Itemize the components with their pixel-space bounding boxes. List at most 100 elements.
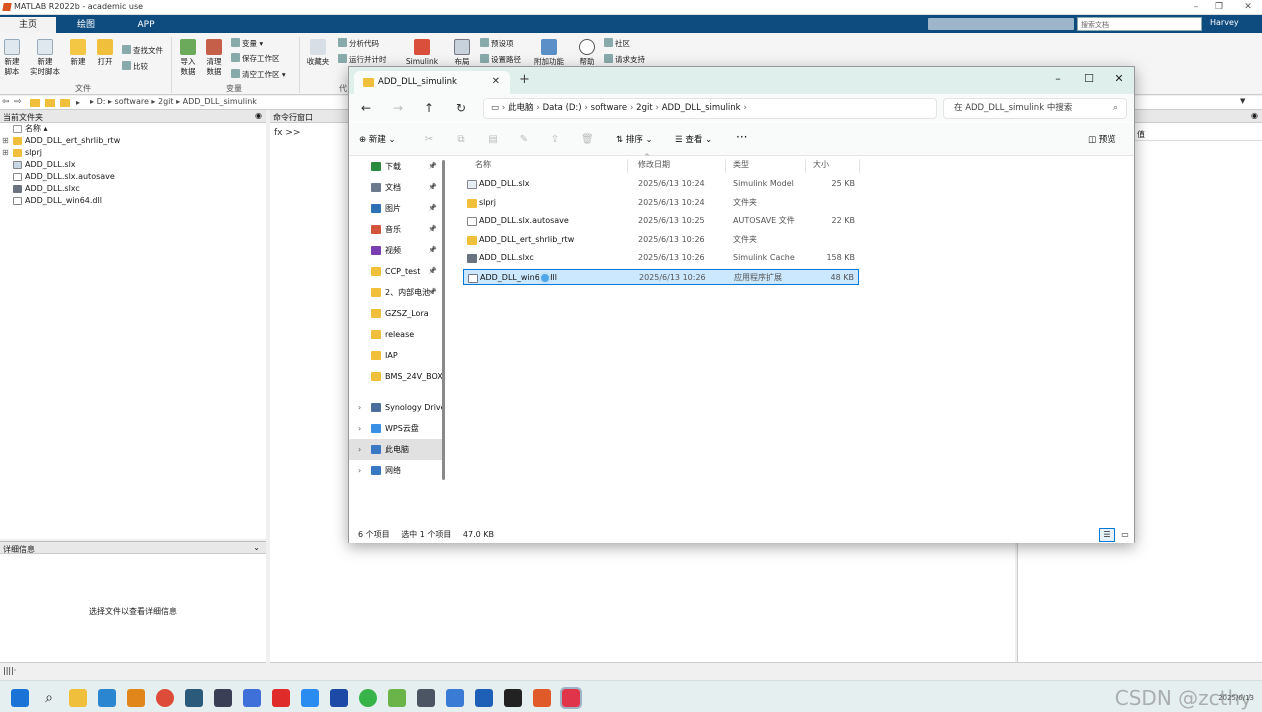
favorites-button[interactable]: 收藏夹 [305,39,331,67]
column-date[interactable]: 修改日期 [633,159,726,173]
crumb-current[interactable]: ADD_DLL_simulink [662,103,741,113]
nav-item[interactable]: IAP [349,345,443,366]
chevron-right-icon[interactable]: › [358,439,361,460]
help-button[interactable]: 帮助 [575,39,599,67]
search-icon[interactable]: ⌕ [1192,18,1197,28]
app-icon[interactable] [214,689,232,707]
chevron-right-icon[interactable]: › [358,397,361,418]
rename-icon[interactable]: ✎ [518,134,530,146]
app-icon[interactable] [127,689,145,707]
open-button[interactable]: 打开 [93,39,117,67]
file-row[interactable]: ⊞ ADD_DLL_ert_shrlib_rtw [0,135,266,147]
up-arrow-icon[interactable]: ↑ [420,99,438,117]
app-icon[interactable] [359,689,377,707]
nav-item[interactable]: 视频 📌 [349,240,443,261]
copy-icon[interactable]: ⧉ [455,134,467,146]
forward-arrow-icon[interactable]: ⇨ [14,97,22,107]
file-explorer-icon[interactable] [69,689,87,707]
close-tab-icon[interactable]: ✕ [492,71,500,93]
preferences-button[interactable]: 预设项 [480,38,514,49]
app-icon[interactable] [446,689,464,707]
nav-item[interactable]: release [349,324,443,345]
crumb-2git[interactable]: 2git [636,103,653,113]
file-row[interactable]: ADD_DLL.slxc [0,183,266,195]
variable-button[interactable]: 变量 ▾ [231,38,263,49]
browse-folder-icon[interactable] [45,99,55,107]
search-icon[interactable]: ⌕ [40,689,58,707]
nav-item[interactable]: 文档 📌 [349,177,443,198]
analyze-code-button[interactable]: 分析代码 [338,38,379,49]
up-folder-icon[interactable] [30,99,40,107]
share-icon[interactable]: ⇪ [549,134,561,146]
app-icon[interactable] [560,687,582,709]
file-row[interactable]: ⊞ slprj [0,147,266,159]
expand-icon[interactable]: ⊞ [2,135,9,147]
new-script-button[interactable]: 新建 脚本 [0,39,24,77]
crumb-software[interactable]: software [591,103,628,113]
column-size[interactable]: 大小 [808,159,860,173]
new-tab-button[interactable]: + [519,72,530,87]
preview-button[interactable]: ◫ 预览 [1088,133,1116,145]
sort-button[interactable]: ⇅ 排序 ⌄ [616,133,653,145]
file-row[interactable]: ADD_DLL_ert_shrlib_rtw 2025/6/13 10:26 文件夹 [463,232,859,248]
cut-icon[interactable]: ✂ [423,134,435,146]
file-row[interactable]: ADD_DLL.slx.autosave 2025/6/13 10:25 AUTOS… [463,213,859,229]
chrome-icon[interactable] [156,689,174,707]
app-icon[interactable] [330,689,348,707]
quick-access-toolbar[interactable] [928,18,1074,30]
explorer-search-input[interactable]: 在 ADD_DLL_simulink 中搜索 ⌕ [943,98,1127,119]
column-type[interactable]: 类型 [728,159,806,173]
tab-plots[interactable]: 绘图 [58,17,114,33]
nav-root-item[interactable]: › WPS云盘 [349,418,443,439]
refresh-icon[interactable]: ↻ [452,99,470,117]
column-name[interactable]: 名称 [463,159,628,173]
file-row[interactable]: ADD_DLL_win64.dll 2025/6/13 10:26 应用程序扩展 48… [463,268,859,285]
navigation-scrollbar[interactable] [442,160,445,480]
nav-root-item[interactable]: › 网络 [349,460,443,481]
nav-item[interactable]: BMS_24V_BOX [349,366,443,387]
minimize-button[interactable]: – [1184,0,1208,14]
nav-item[interactable]: 下载 📌 [349,156,443,177]
restore-button[interactable]: ❐ [1207,0,1231,14]
clean-data-button[interactable]: 清理 数据 [202,39,226,77]
clear-workspace-button[interactable]: 清空工作区 ▾ [231,69,286,80]
nav-root-item[interactable]: › 此电脑 [349,439,443,460]
calculator-icon[interactable] [417,689,435,707]
tiles-view-button[interactable]: ▭ [1117,528,1133,542]
address-path[interactable]: ▸ D: ▸ software ▸ 2git ▸ ADD_DLL_simulin… [90,97,257,106]
view-button[interactable]: ☰ 查看 ⌄ [675,133,712,145]
file-row[interactable]: ADD_DLL.slxc 2025/6/13 10:26 Simulink Cach… [463,250,859,266]
app-icon[interactable] [185,689,203,707]
tab-home[interactable]: 主页 [0,17,56,33]
set-path-button[interactable]: 设置路径 [480,54,521,65]
close-button[interactable]: ✕ [1236,0,1260,14]
breadcrumb[interactable]: ▭ › 此电脑 › Data (D:) › software › 2git › … [483,98,937,119]
matlab-icon[interactable] [533,689,551,707]
find-files-button[interactable]: 查找文件 [122,45,163,56]
app-icon[interactable] [504,689,522,707]
panel-menu-icon[interactable]: ◉ [255,111,262,120]
user-account[interactable]: Harvey [1210,18,1239,27]
panel-menu-icon[interactable]: ◉ [1251,111,1258,120]
layout-button[interactable]: 布局 [450,39,474,67]
column-header[interactable]: 名称 ▴ [0,123,266,135]
search-documentation-input[interactable]: 搜索文档 [1077,17,1202,31]
nav-item[interactable]: 音乐 📌 [349,219,443,240]
chevron-down-icon[interactable]: ⌄ [253,543,260,552]
new-button[interactable]: 新建 [66,39,90,67]
import-data-button[interactable]: 导入 数据 [176,39,200,77]
chevron-right-icon[interactable]: › [358,418,361,439]
close-button[interactable]: ✕ [1104,67,1134,91]
file-row[interactable]: slprj 2025/6/13 10:24 文件夹 [463,195,859,211]
minimize-button[interactable]: – [1043,67,1073,91]
run-and-time-button[interactable]: 运行并计时 [338,54,387,65]
compare-button[interactable]: 比较 [122,61,148,72]
details-header[interactable]: 详细信息 ⌄ [0,541,266,554]
more-button[interactable]: ··· [736,130,747,144]
paste-icon[interactable]: ▤ [487,134,499,146]
file-row[interactable]: ADD_DLL_win64.dll [0,195,266,207]
app-icon[interactable] [301,689,319,707]
nav-root-item[interactable]: › Synology Drive [349,397,446,418]
nav-item[interactable]: GZSZ_Lora [349,303,443,324]
forward-arrow-icon[interactable]: → [389,99,407,117]
